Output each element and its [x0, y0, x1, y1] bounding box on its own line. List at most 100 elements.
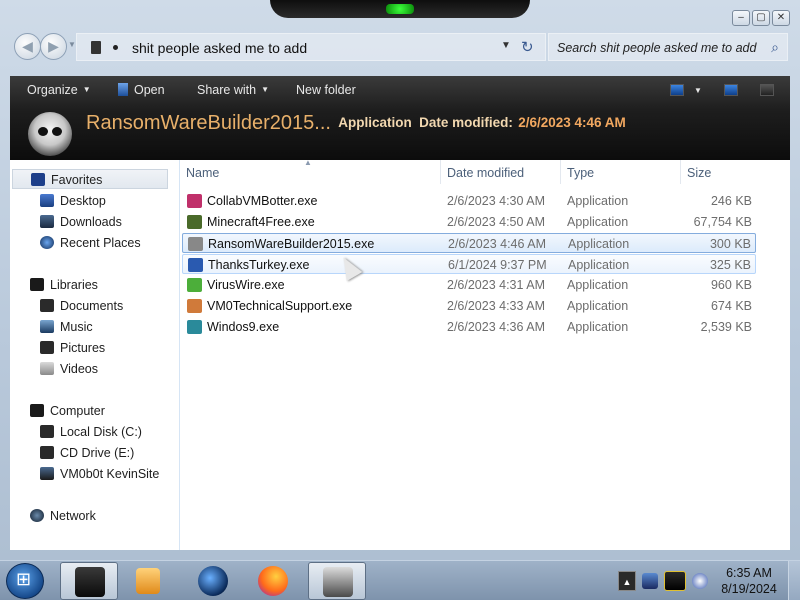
file-date: 2/6/2023 4:33 AM — [447, 299, 545, 313]
media-player-icon — [136, 568, 160, 594]
taskbar-explorer[interactable] — [60, 562, 118, 600]
file-row[interactable]: VM0TechnicalSupport.exe 2/6/2023 4:33 AM… — [182, 296, 756, 316]
navigation-row: ◀ ▶ ▼ shit people asked me to add ▼ ↻ Se… — [10, 30, 790, 64]
network-globe-icon — [30, 509, 44, 522]
taskbar-media-player[interactable] — [120, 562, 178, 600]
search-icon[interactable]: ⌕ — [771, 39, 779, 56]
chevron-down-icon: ▼ — [82, 85, 91, 94]
share-with-label: Share with — [197, 83, 257, 97]
cd-drive-icon — [40, 446, 54, 459]
explorer-icon — [75, 567, 105, 597]
column-size[interactable]: Size — [687, 166, 711, 180]
share-with-button[interactable]: Share with ▼ — [197, 83, 269, 97]
network-tray-icon[interactable] — [664, 571, 686, 591]
open-button[interactable]: Open — [118, 83, 165, 97]
organize-button[interactable]: Organize ▼ — [27, 83, 91, 97]
chevron-down-icon: ▼ — [261, 85, 269, 94]
nav-recent-places-label: Recent Places — [60, 236, 141, 250]
taskbar-clock[interactable]: 6:35 AM 8/19/2024 — [718, 565, 780, 597]
file-row-hovered[interactable]: ThanksTurkey.exe 6/1/2024 9:37 PM Applic… — [182, 254, 756, 274]
file-row[interactable]: Minecraft4Free.exe 2/6/2023 4:50 AM Appl… — [182, 212, 756, 232]
file-type: Application — [567, 194, 629, 208]
nav-cd-drive[interactable]: CD Drive (E:) — [10, 443, 179, 463]
view-dropdown-icon[interactable]: ▼ — [694, 86, 702, 95]
nav-network[interactable]: Network — [10, 506, 179, 526]
help-icon[interactable] — [760, 84, 774, 96]
change-view-icon[interactable] — [670, 84, 684, 96]
recent-pages-dropdown-icon[interactable]: ▼ — [68, 40, 76, 49]
back-button[interactable]: ◀ — [14, 33, 41, 60]
address-path[interactable]: shit people asked me to add — [132, 40, 307, 56]
preview-pane-icon[interactable] — [724, 84, 738, 96]
libraries-icon — [30, 278, 44, 291]
tech-support-app-icon — [187, 299, 202, 313]
clock-date: 8/19/2024 — [721, 582, 777, 596]
new-folder-label: New folder — [296, 83, 356, 97]
breadcrumb-separator-icon[interactable] — [113, 45, 118, 50]
maximize-button[interactable]: ▢ — [752, 10, 770, 26]
column-divider[interactable] — [440, 160, 441, 184]
nav-local-disk[interactable]: Local Disk (C:) — [10, 422, 179, 442]
forward-button[interactable]: ▶ — [40, 33, 67, 60]
nav-documents-label: Documents — [60, 299, 124, 313]
details-file-type: Application — [338, 115, 412, 130]
new-folder-button[interactable]: New folder — [296, 83, 356, 97]
sort-ascending-icon: ▲ — [304, 158, 312, 167]
action-center-icon[interactable] — [642, 573, 658, 589]
column-type[interactable]: Type — [567, 166, 594, 180]
folder-icon — [91, 41, 101, 54]
file-row[interactable]: Windos9.exe 2/6/2023 4:36 AM Application… — [182, 317, 756, 337]
details-pane: RansomWareBuilder2015... Application Dat… — [86, 112, 626, 135]
taskbar-chess[interactable] — [308, 562, 366, 600]
nav-libraries-label: Libraries — [50, 278, 98, 292]
details-modified-label: Date modified: — [419, 115, 513, 130]
volume-icon[interactable] — [692, 573, 708, 589]
desktop-icon — [40, 194, 54, 207]
file-name: ThanksTurkey.exe — [208, 258, 310, 272]
column-divider[interactable] — [680, 160, 681, 184]
nav-videos[interactable]: Videos — [10, 359, 179, 379]
file-row[interactable]: VirusWire.exe 2/6/2023 4:31 AM Applicati… — [182, 275, 756, 295]
file-row-selected[interactable]: RansomWareBuilder2015.exe 2/6/2023 4:46 … — [182, 233, 756, 253]
file-date: 2/6/2023 4:50 AM — [447, 215, 545, 229]
start-button[interactable] — [6, 563, 44, 599]
videos-icon — [40, 362, 54, 375]
recent-places-icon — [40, 236, 54, 249]
file-date: 6/1/2024 9:37 PM — [448, 258, 547, 272]
nav-pictures[interactable]: Pictures — [10, 338, 179, 358]
chess-icon — [323, 567, 353, 597]
search-box[interactable]: Search shit people asked me to add ⌕ — [548, 33, 788, 61]
nav-favorites[interactable]: Favorites — [12, 169, 168, 189]
navigation-pane: Favorites Desktop Downloads Recent Place… — [10, 160, 180, 550]
column-name[interactable]: Name — [186, 166, 219, 180]
address-bar[interactable]: shit people asked me to add ▼ ↻ — [76, 33, 546, 61]
nav-recent-places[interactable]: Recent Places — [10, 233, 179, 253]
skull-file-icon — [28, 112, 72, 156]
file-size: 246 KB — [710, 194, 752, 208]
nav-documents[interactable]: Documents — [10, 296, 179, 316]
minimize-button[interactable]: ‒ — [732, 10, 750, 26]
taskbar-browser-globe[interactable] — [184, 562, 242, 600]
nav-desktop[interactable]: Desktop — [10, 191, 179, 211]
column-divider[interactable] — [560, 160, 561, 184]
file-name: VM0TechnicalSupport.exe — [207, 299, 353, 313]
file-type: Application — [567, 215, 629, 229]
refresh-icon[interactable]: ↻ — [521, 38, 534, 56]
nav-computer[interactable]: Computer — [10, 401, 179, 421]
nav-libraries[interactable]: Libraries — [10, 275, 179, 295]
documents-icon — [40, 299, 54, 312]
taskbar-firefox[interactable] — [244, 562, 302, 600]
column-date-modified[interactable]: Date modified — [447, 166, 524, 180]
nav-music[interactable]: Music — [10, 317, 179, 337]
nav-cd-drive-label: CD Drive (E:) — [60, 446, 135, 460]
nav-network-share-label: VM0b0t KevinSite — [60, 467, 160, 481]
nav-network-share[interactable]: VM0b0t KevinSite — [10, 464, 179, 484]
nav-downloads[interactable]: Downloads — [10, 212, 179, 232]
show-hidden-icons-button[interactable]: ▲ — [618, 571, 636, 591]
close-button[interactable]: ✕ — [772, 10, 790, 26]
address-dropdown-icon[interactable]: ▼ — [501, 40, 511, 51]
file-size: 2,539 KB — [700, 320, 752, 334]
search-placeholder[interactable]: Search shit people asked me to add — [557, 41, 756, 55]
file-row[interactable]: CollabVMBotter.exe 2/6/2023 4:30 AM Appl… — [182, 191, 756, 211]
show-desktop-button[interactable] — [788, 561, 800, 600]
